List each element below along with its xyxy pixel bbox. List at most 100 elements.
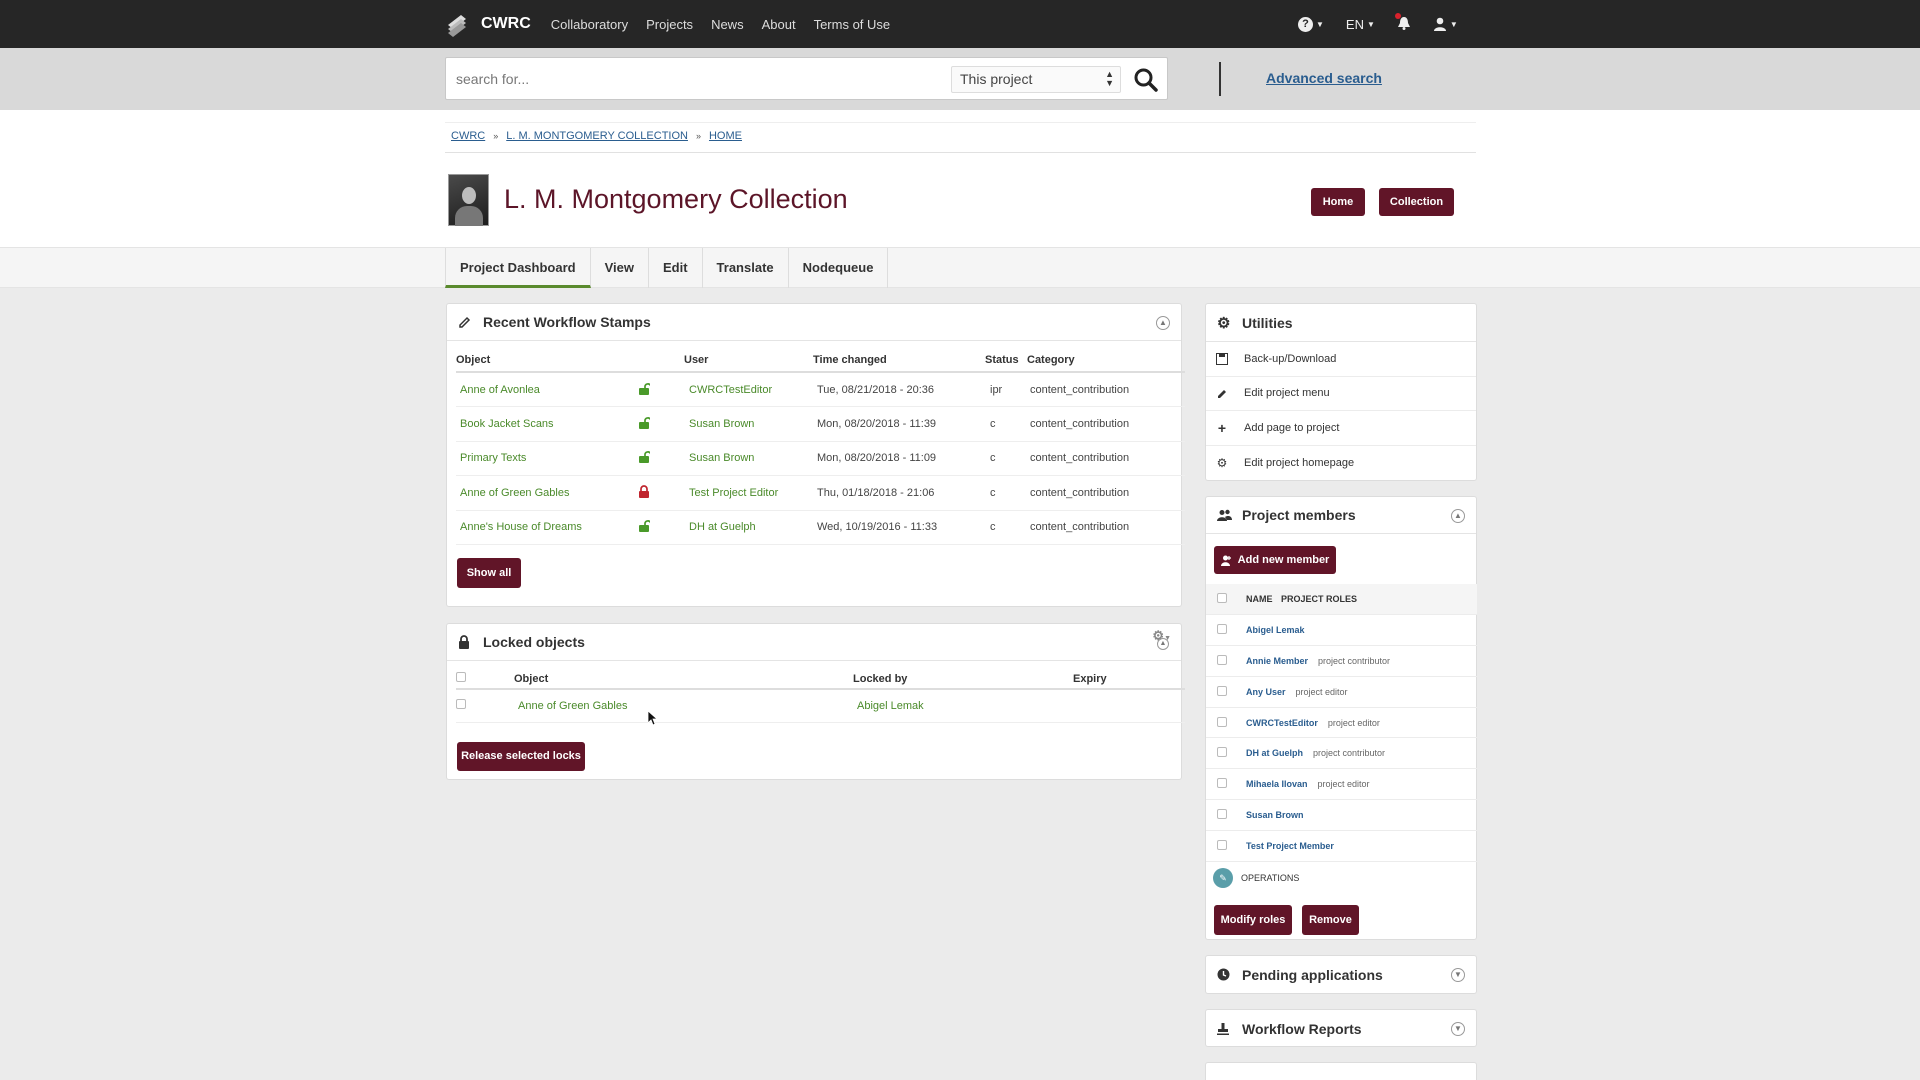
user-link[interactable]: DH at Guelph [689, 521, 756, 533]
breadcrumb-home[interactable]: HOME [709, 130, 742, 142]
show-all-button[interactable]: Show all [457, 558, 521, 588]
tab-edit[interactable]: Edit [649, 248, 703, 288]
language-menu[interactable]: EN ▼ [1346, 17, 1375, 32]
utility-add-page[interactable]: + Add page to project [1206, 411, 1476, 446]
tab-project-dashboard[interactable]: Project Dashboard [445, 248, 591, 288]
nav-terms[interactable]: Terms of Use [814, 17, 891, 32]
row-checkbox[interactable] [1217, 685, 1227, 696]
expand-icon[interactable]: ▼ [1451, 968, 1465, 982]
panel-header[interactable]: Pending applications ▼ [1206, 956, 1476, 993]
search-scope-select[interactable]: This project ▲ ▼ [951, 66, 1121, 93]
save-icon [1215, 352, 1229, 365]
utilities-panel: ⚙ Utilities Back-up/Download Edit projec… [1205, 303, 1477, 481]
unlock-icon [639, 451, 652, 464]
home-button[interactable]: Home [1311, 188, 1365, 216]
remove-member-button[interactable]: Remove [1302, 905, 1359, 935]
search-input[interactable] [456, 68, 926, 90]
advanced-search-link[interactable]: Advanced search [1266, 70, 1382, 86]
cell-user: Susan Brown [684, 441, 813, 476]
gear-icon: ⚙ [1217, 314, 1231, 332]
expand-icon[interactable]: ▼ [1451, 1022, 1465, 1036]
breadcrumb-collection[interactable]: L. M. MONTGOMERY COLLECTION [506, 130, 688, 142]
col-time: Time changed [813, 349, 985, 373]
row-checkbox[interactable] [1217, 839, 1227, 850]
nav-projects[interactable]: Projects [646, 17, 693, 32]
table-row: Anne's House of Dreams DH at Guelph Wed, 1… [456, 510, 1185, 545]
add-member-button[interactable]: Add new member [1214, 546, 1336, 574]
member-name-link[interactable]: Test Project Member [1246, 841, 1334, 851]
divider [445, 152, 1476, 153]
cell-member: Test Project Member [1246, 830, 1477, 861]
collapse-icon[interactable]: ▲ [1451, 509, 1465, 523]
cell-expiry [1073, 689, 1185, 723]
panel-header[interactable]: Workflow Reports ▼ [1206, 1010, 1476, 1047]
member-name-link[interactable]: DH at Guelph [1246, 748, 1303, 758]
breadcrumb: CWRC » L. M. MONTGOMERY COLLECTION » HOM… [451, 130, 742, 142]
cwrc-logo-icon[interactable] [445, 11, 469, 37]
page-title: L. M. Montgomery Collection [504, 184, 848, 214]
notifications-button[interactable] [1394, 12, 1411, 33]
utility-edit-homepage[interactable]: ⚙ Edit project homepage [1206, 446, 1476, 481]
nav-about[interactable]: About [762, 17, 796, 32]
user-link[interactable]: Susan Brown [689, 418, 754, 430]
brand-link[interactable]: CWRC [481, 15, 531, 33]
select-all-checkbox[interactable] [456, 672, 466, 682]
row-checkbox[interactable] [1217, 747, 1227, 758]
col-lock [638, 349, 684, 373]
cell-member: Mihaela Ilovan project editor [1246, 769, 1477, 800]
member-name-link[interactable]: CWRCTestEditor [1246, 718, 1318, 728]
object-link[interactable]: Book Jacket Scans [460, 418, 554, 430]
collapse-icon[interactable]: ▲ [1156, 316, 1170, 330]
row-checkbox[interactable] [1217, 716, 1227, 727]
modify-roles-button[interactable]: Modify roles [1214, 905, 1292, 935]
nav-news[interactable]: News [711, 17, 744, 32]
row-checkbox[interactable] [456, 699, 466, 710]
user-link[interactable]: CWRCTestEditor [689, 384, 772, 396]
object-link[interactable]: Anne's House of Dreams [460, 521, 582, 533]
member-name-link[interactable]: Annie Member [1246, 656, 1308, 666]
pending-applications-panel: Pending applications ▼ [1205, 955, 1477, 994]
object-link[interactable]: Anne of Avonlea [460, 384, 540, 396]
row-checkbox[interactable] [1217, 808, 1227, 819]
member-role: project contributor [1318, 655, 1391, 666]
object-link[interactable]: Primary Texts [460, 452, 526, 464]
cell-user: Susan Brown [684, 406, 813, 442]
member-name-link[interactable]: Abigel Lemak [1246, 625, 1305, 635]
member-name-link[interactable]: Any User [1246, 687, 1286, 697]
top-navbar: CWRC Collaboratory Projects News About T… [0, 0, 1920, 48]
row-checkbox[interactable] [1217, 624, 1227, 635]
user-menu[interactable]: ▼ [1433, 17, 1458, 31]
member-row: Any User project editor [1206, 676, 1477, 708]
object-link[interactable]: Anne of Green Gables [518, 700, 627, 712]
chevron-down-icon: ▼ [1449, 19, 1458, 29]
row-checkbox[interactable] [1217, 778, 1227, 789]
cell-select [1206, 738, 1246, 769]
breadcrumb-cwrc[interactable]: CWRC [451, 130, 485, 142]
collapse-icon[interactable]: ▲ [1157, 638, 1169, 650]
member-name-link[interactable]: Mihaela Ilovan [1246, 779, 1308, 789]
user-link[interactable]: Susan Brown [689, 452, 754, 464]
tab-nodequeue[interactable]: Nodequeue [789, 248, 889, 288]
select-all-checkbox[interactable] [1217, 593, 1227, 604]
clock-icon [1217, 968, 1233, 981]
release-locks-button[interactable]: Release selected locks [457, 742, 585, 771]
members-table: NAME PROJECT ROLES Abigel Lemak Annie Mem… [1206, 584, 1477, 862]
tab-view[interactable]: View [591, 248, 649, 288]
user-link[interactable]: Abigel Lemak [857, 700, 924, 712]
utility-edit-project-menu[interactable]: Edit project menu [1206, 377, 1476, 411]
help-menu[interactable]: ? ▼ [1298, 16, 1324, 32]
member-name-link[interactable]: Susan Brown [1246, 810, 1304, 820]
tab-translate[interactable]: Translate [703, 248, 789, 288]
operations-label: OPERATIONS [1241, 873, 1300, 883]
utility-backup-download[interactable]: Back-up/Download [1206, 342, 1476, 377]
object-link[interactable]: Anne of Green Gables [460, 487, 569, 499]
collection-button[interactable]: Collection [1379, 188, 1454, 216]
search-icon[interactable] [1132, 66, 1160, 94]
row-checkbox[interactable] [1217, 654, 1227, 665]
cell-time: Mon, 08/20/2018 - 11:09 [813, 441, 985, 476]
member-role: project editor [1327, 717, 1380, 728]
nav-collaboratory[interactable]: Collaboratory [551, 17, 628, 32]
operations-row: ✎ OPERATIONS [1206, 861, 1477, 895]
cell-lock [638, 372, 684, 407]
user-link[interactable]: Test Project Editor [689, 487, 778, 499]
